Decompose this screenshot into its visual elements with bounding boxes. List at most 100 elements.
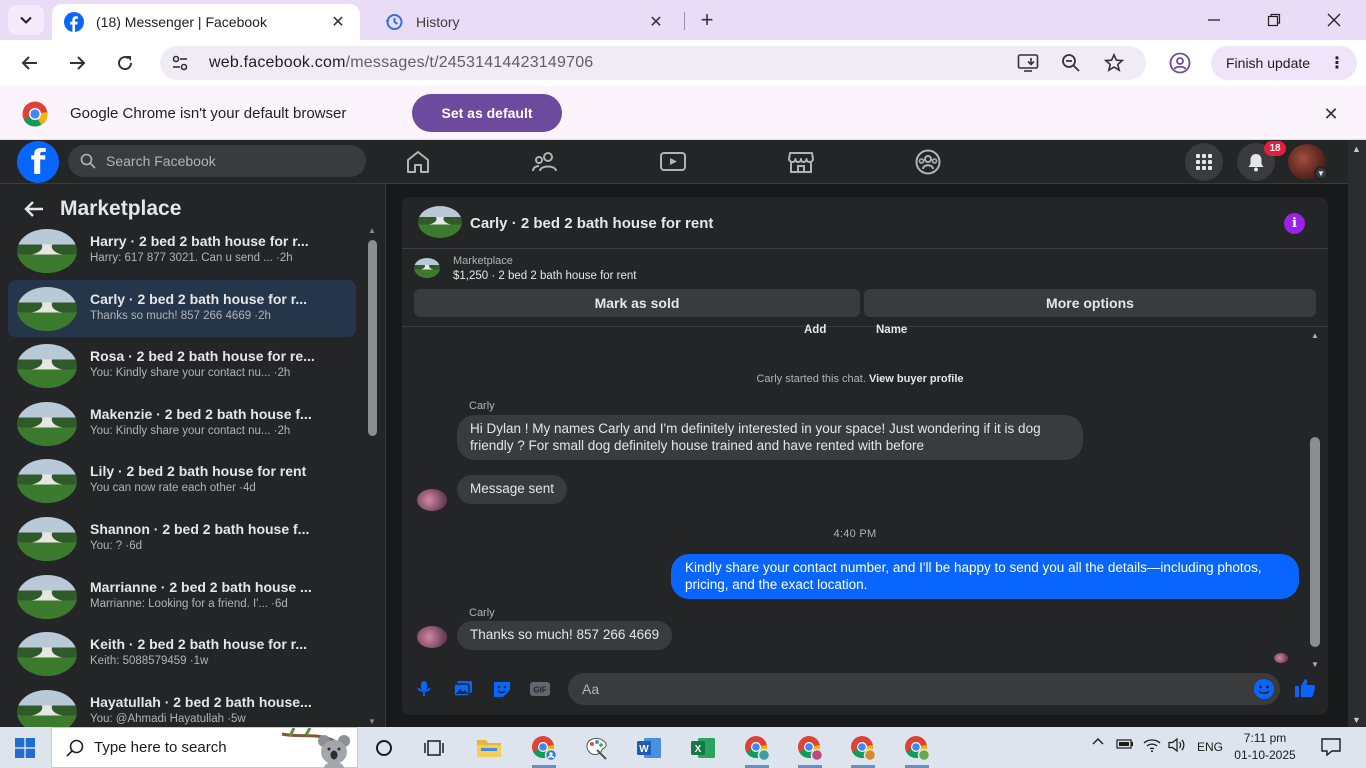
volume-tray[interactable] (1168, 737, 1186, 756)
bookmark-button[interactable] (1102, 51, 1126, 75)
tab-search-button[interactable] (8, 5, 44, 35)
restore-button[interactable] (1244, 0, 1304, 40)
excel-app-button[interactable]: X (683, 731, 723, 765)
chat-title[interactable]: Carly · 2 bed 2 bath house for rent (470, 215, 713, 232)
chrome-profile-3-button[interactable] (790, 731, 830, 768)
scroll-up-arrow-icon[interactable]: ▲ (1311, 331, 1319, 340)
message-input[interactable]: Aa (568, 673, 1280, 705)
sidebar-scrollbar[interactable]: ▲ ▼ (366, 226, 378, 726)
scrollbar-thumb[interactable] (1310, 437, 1320, 647)
reload-icon (118, 56, 133, 71)
set-as-default-button[interactable]: Set as default (412, 94, 562, 132)
paint-app-button[interactable] (577, 731, 617, 765)
chrome-taskbar-button[interactable] (524, 731, 564, 768)
close-window-button[interactable] (1304, 0, 1364, 40)
sender-avatar[interactable] (417, 626, 447, 648)
conversation-name: Carly · 2 bed 2 bath house for r... (90, 290, 308, 307)
chrome-profile-2-button[interactable] (737, 731, 777, 768)
close-tab-icon[interactable]: ✕ (328, 12, 348, 32)
seen-indicator-avatar (1274, 653, 1288, 663)
battery-tray[interactable] (1116, 738, 1134, 753)
zoom-button[interactable] (1059, 51, 1083, 75)
incoming-message[interactable]: Thanks so much! 857 266 4669 (457, 621, 673, 650)
scroll-down-arrow-icon[interactable]: ▼ (1311, 660, 1319, 669)
task-view-button[interactable] (414, 731, 454, 765)
scrollbar-thumb[interactable] (368, 240, 377, 436)
close-infobar-icon[interactable]: ✕ (1320, 103, 1342, 125)
site-info-icon[interactable] (170, 53, 190, 73)
scroll-down-arrow-icon[interactable]: ▼ (368, 717, 376, 726)
wifi-tray[interactable] (1143, 737, 1161, 756)
conversation-item[interactable]: Rosa · 2 bed 2 bath house for re... You: … (8, 337, 356, 395)
forward-button[interactable] (61, 47, 93, 79)
show-hidden-icons-chevron[interactable] (1092, 736, 1104, 751)
conversation-item[interactable]: Shannon · 2 bed 2 bath house f... You: ? … (8, 510, 356, 568)
profile-button[interactable] (1164, 47, 1196, 79)
conversation-item[interactable]: Makenzie · 2 bed 2 bath house f... You: K… (8, 395, 356, 453)
nav-groups[interactable] (912, 146, 944, 178)
listing-price-title[interactable]: $1,250 · 2 bed 2 bath house for rent (453, 270, 637, 282)
incoming-message[interactable]: Message sent (457, 475, 568, 504)
scroll-down-arrow-icon[interactable]: ▼ (1352, 715, 1361, 725)
chrome-profile-5-button[interactable] (897, 731, 937, 768)
menu-button[interactable] (1185, 143, 1223, 181)
scroll-up-arrow-icon[interactable]: ▲ (1352, 144, 1361, 154)
minimize-button[interactable] (1184, 0, 1244, 40)
conversation-item[interactable]: Marrianne · 2 bed 2 bath house ... Marria… (8, 568, 356, 626)
action-center-icon[interactable] (1320, 736, 1342, 758)
close-tab-icon[interactable]: ✕ (646, 12, 666, 32)
install-app-button[interactable] (1016, 51, 1040, 75)
sticker-button[interactable] (491, 678, 513, 700)
url-host: web.facebook.com (209, 54, 346, 71)
back-button[interactable] (14, 47, 46, 79)
conversation-item[interactable]: Keith · 2 bed 2 bath house for r... Keith… (8, 625, 356, 683)
chat-scrollbar[interactable]: ▲ ▼ (1308, 331, 1322, 669)
start-button[interactable] (0, 727, 50, 768)
outgoing-message[interactable]: Kindly share your contact number, and I'… (671, 554, 1299, 599)
address-bar[interactable]: web.facebook.com/messages/t/245314144231… (160, 46, 1146, 80)
conversation-item[interactable]: Lily · 2 bed 2 bath house for rent You ca… (8, 452, 356, 510)
more-options-button[interactable]: More options (864, 289, 1316, 317)
more-vertical-icon[interactable]: ⋮ (1329, 53, 1345, 73)
like-button[interactable] (1294, 677, 1316, 699)
new-tab-button[interactable]: + (694, 7, 720, 33)
chrome-profile-4-button[interactable] (843, 731, 883, 768)
taskbar-search-input[interactable]: Type here to search (51, 727, 358, 768)
sender-avatar[interactable] (417, 489, 447, 511)
task-view-cortana-button[interactable] (364, 731, 404, 765)
facebook-logo[interactable]: f (17, 141, 59, 183)
conversation-name: Makenzie · 2 bed 2 bath house f... (90, 405, 312, 422)
conversation-item[interactable]: Harry · 2 bed 2 bath house for r... Harry… (8, 222, 356, 280)
word-app-button[interactable]: W (629, 731, 669, 765)
gif-button[interactable]: GIF (529, 678, 551, 700)
nav-home[interactable] (402, 146, 434, 178)
mark-as-sold-button[interactable]: Mark as sold (414, 289, 860, 317)
input-language[interactable]: ENG (1197, 740, 1223, 754)
tab-messenger[interactable]: (18) Messenger | Facebook ✕ (52, 4, 360, 40)
tab-history[interactable]: History ✕ (372, 4, 678, 40)
search-icon (80, 153, 96, 169)
nav-video[interactable] (657, 146, 689, 178)
page-scrollbar[interactable]: ▲ ▼ (1348, 140, 1366, 727)
nav-friends[interactable] (529, 146, 561, 178)
incoming-message[interactable]: Hi Dylan ! My names Carly and I'm defini… (457, 415, 1083, 460)
voice-clip-button[interactable] (413, 678, 435, 700)
nav-marketplace[interactable] (785, 146, 817, 178)
view-buyer-profile-link[interactable]: View buyer profile (869, 373, 964, 385)
account-chevron-icon[interactable]: ▼ (1314, 166, 1328, 180)
listing-small-thumbnail[interactable] (414, 258, 440, 278)
emoji-button[interactable] (1253, 678, 1275, 700)
info-icon[interactable]: i (1284, 213, 1305, 234)
attach-media-button[interactable] (452, 678, 474, 700)
scroll-up-arrow-icon[interactable]: ▲ (368, 226, 376, 235)
taskbar-clock[interactable]: 7:11 pm 01-10-2025 (1230, 730, 1300, 764)
conversation-item[interactable]: Hayatullah · 2 bed 2 bath house... You: @… (8, 683, 356, 727)
reload-button[interactable] (109, 47, 141, 79)
conversation-item[interactable]: Carly · 2 bed 2 bath house for r... Thank… (8, 279, 356, 338)
battery-icon (1116, 739, 1133, 749)
finish-update-button[interactable]: Finish update ⋮ (1211, 46, 1357, 80)
listing-thumbnail[interactable] (418, 206, 462, 238)
file-explorer-button[interactable] (469, 731, 509, 765)
back-arrow-icon[interactable] (22, 197, 46, 221)
facebook-search-input[interactable]: Search Facebook (68, 145, 366, 177)
